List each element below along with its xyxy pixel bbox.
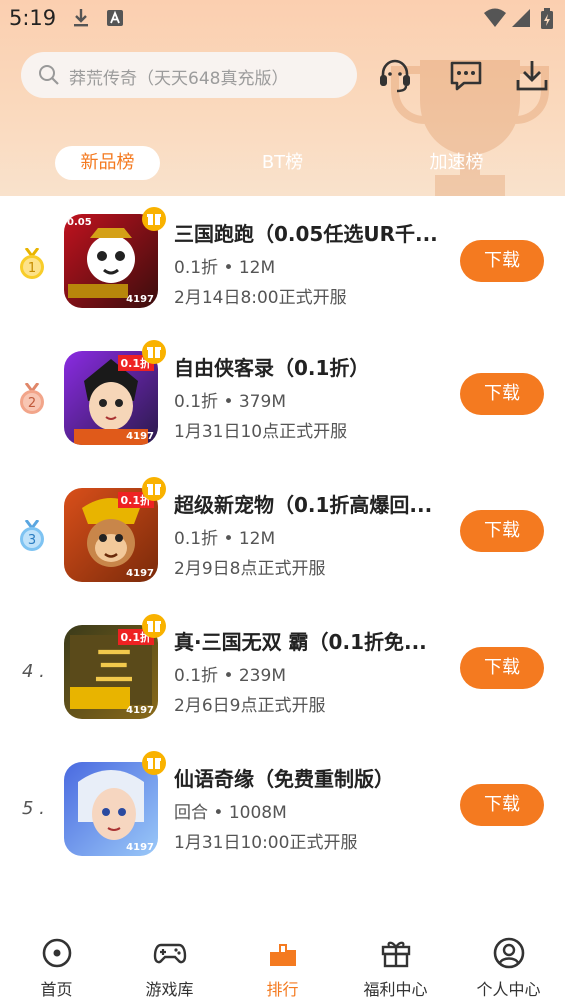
game-meta: 0.1折 • 12M [174, 258, 276, 278]
game-open-time: 1月31日10点正式开服 [174, 422, 348, 442]
game-meta: 0.1折 • 239M [174, 666, 286, 686]
list-item[interactable]: 1 0.05 4197 三国跑跑（0.05任选UR千... 0.1折 • 12M… [0, 196, 565, 332]
home-icon [42, 938, 72, 968]
game-open-time: 1月31日10:00正式开服 [174, 833, 358, 853]
game-open-time: 2月14日8:00正式开服 [174, 288, 347, 308]
icon-corner-label: 0.05 [67, 217, 92, 228]
gift-badge-icon [142, 477, 166, 501]
gift-badge-icon [142, 614, 166, 638]
gift-badge-icon [142, 207, 166, 231]
nav-personal-center[interactable]: 个人中心 [452, 924, 565, 1004]
game-title[interactable]: 自由侠客录（0.1折） [174, 352, 369, 381]
download-button[interactable]: 下载 [460, 784, 544, 826]
nav-label: 游戏库 [145, 980, 194, 999]
icon-badge-4197: 4197 [126, 705, 154, 716]
signal-icon [512, 9, 530, 27]
rank-number: 3 [28, 533, 36, 548]
icon-badge-4197: 4197 [126, 294, 154, 305]
download-notification-icon [74, 9, 88, 27]
game-meta: 0.1折 • 379M [174, 392, 286, 412]
gamepad-icon [153, 943, 187, 964]
list-item[interactable]: 3 0.1折 4197 超级新宠物（0.1折高爆回... 0.1折 • 12M … [0, 470, 565, 606]
icon-badge-4197: 4197 [126, 431, 154, 442]
list-item[interactable]: 4 . 三 0.1折 4197 真·三国无双 霸（0.1折免... 0.1折 •… [0, 607, 565, 743]
nav-ranking[interactable]: 排行 [226, 924, 339, 1004]
bronze-medal-icon: 2 [20, 383, 44, 414]
search-icon [39, 65, 59, 85]
blue-medal-icon: 3 [20, 520, 44, 551]
gift-badge-icon [142, 340, 166, 364]
game-icon-chaoji-xinchongwu: 0.1折 4197 [64, 488, 158, 582]
download-button[interactable]: 下载 [460, 373, 544, 415]
download-icon[interactable] [512, 56, 552, 96]
gift-badge-icon [142, 751, 166, 775]
status-bar: 5:19 [0, 0, 565, 38]
game-meta: 回合 • 1008M [174, 803, 287, 823]
user-icon [493, 937, 525, 969]
search-placeholder: 莽荒传奇（天天648真充版） [69, 69, 289, 89]
game-title[interactable]: 仙语奇缘（免费重制版） [174, 763, 394, 792]
game-title[interactable]: 三国跑跑（0.05任选UR千... [174, 218, 438, 247]
nav-home[interactable]: 首页 [0, 924, 113, 1004]
search-bar[interactable]: 莽荒传奇（天天648真充版） [21, 52, 357, 98]
game-meta: 0.1折 • 12M [174, 529, 276, 549]
icon-badge-4197: 4197 [126, 842, 154, 853]
game-title[interactable]: 超级新宠物（0.1折高爆回... [174, 489, 432, 518]
status-time: 5:19 [9, 6, 57, 30]
nav-label: 首页 [40, 980, 73, 999]
download-button[interactable]: 下载 [460, 510, 544, 552]
icon-badge-4197: 4197 [126, 568, 154, 579]
list-item[interactable]: 5 . 4197 仙语奇缘（免费重制版） 回合 • 1008M 1月31日10:… [0, 744, 565, 880]
game-open-time: 2月9日8点正式开服 [174, 559, 326, 579]
headset-icon[interactable] [375, 56, 415, 96]
game-open-time: 2月6日9点正式开服 [174, 696, 326, 716]
download-button[interactable]: 下载 [460, 647, 544, 689]
game-title[interactable]: 真·三国无双 霸（0.1折免... [174, 626, 427, 655]
nav-label: 福利中心 [363, 980, 428, 999]
nav-game-library[interactable]: 游戏库 [113, 924, 226, 1004]
app-notification-icon [107, 10, 123, 26]
bottom-navigation: 首页 游戏库 排行 福利中心 个人中心 [0, 924, 565, 1004]
download-button[interactable]: 下载 [460, 240, 544, 282]
wifi-icon [484, 8, 506, 27]
ranking-icon [270, 944, 296, 966]
nav-label: 个人中心 [476, 980, 541, 999]
game-icon-ziyou-xiake: 0.1折 4197 [64, 351, 158, 445]
nav-welfare-center[interactable]: 福利中心 [339, 924, 452, 1004]
rank-number: 1 [28, 261, 36, 276]
rank-number: 2 [28, 396, 36, 411]
chat-icon[interactable] [446, 56, 486, 96]
gift-box-icon [381, 941, 411, 968]
battery-icon [541, 8, 553, 29]
game-icon-zhen-sanguo-wushuang: 三 0.1折 4197 [64, 625, 158, 719]
tab-bt[interactable]: BT榜 [230, 146, 335, 180]
svg-text:三: 三 [94, 643, 134, 690]
ranking-tabs: 新品榜 BT榜 加速榜 [0, 146, 565, 182]
rank-number: 4 . [22, 661, 45, 682]
list-item[interactable]: 2 0.1折 4197 自由侠客录（0.1折） 0.1折 • 379M 1月31… [0, 333, 565, 469]
tab-new-games[interactable]: 新品榜 [55, 146, 160, 180]
nav-label: 排行 [266, 980, 299, 999]
game-icon-xianyu-qiyuan: 4197 [64, 762, 158, 856]
tab-speed[interactable]: 加速榜 [404, 146, 509, 180]
gold-medal-icon: 1 [20, 248, 44, 279]
rank-number: 5 . [22, 798, 45, 819]
